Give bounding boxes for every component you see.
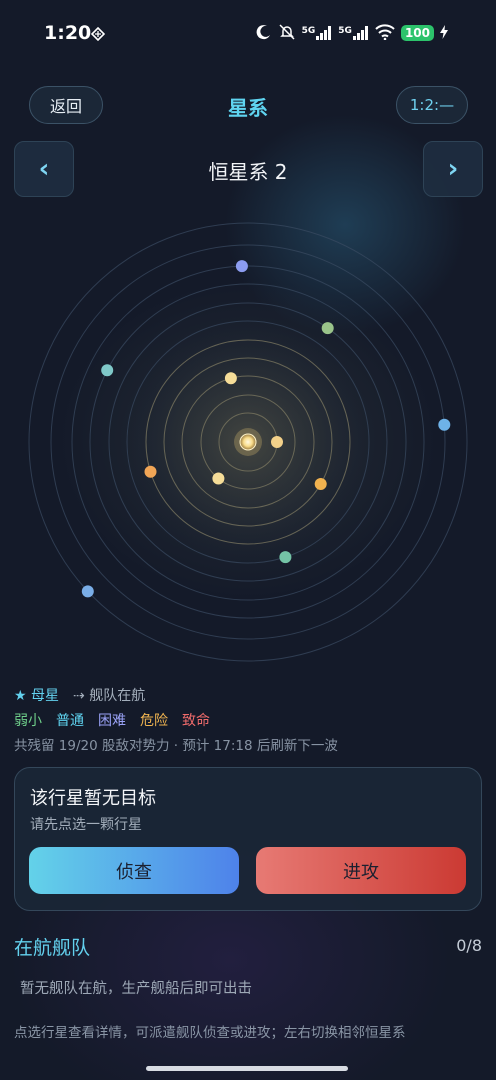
planet[interactable] [279,551,292,564]
hint-text: 点选行星查看详情，可派遣舰队侦查或进攻；左右切换相邻恒星系 [14,1025,406,1041]
mute-icon [278,23,296,44]
home-indicator[interactable] [146,1066,348,1071]
wifi-icon [375,23,395,43]
moon-icon [256,24,272,43]
planet[interactable] [438,418,451,431]
difficulty-legend-item: 危险 [140,713,168,729]
fleet-count: 0/8 [456,936,482,955]
planet[interactable] [235,260,248,273]
status-time: 1:20 [44,22,92,44]
star-system-map[interactable] [0,200,496,670]
difficulty-legend-item: 弱小 [14,713,42,729]
signal-type-label-2: 5G [338,26,352,36]
target-title: 该行星暂无目标 [30,788,156,809]
next-system-button[interactable]: › [423,141,483,197]
target-subtitle: 请先点选一颗行星 [30,817,142,833]
planet[interactable] [212,472,225,485]
system-name: 恒星系 2 [208,160,288,184]
vpn-icon [90,26,106,45]
planet[interactable] [224,372,237,385]
signal-type-label: 5G [301,26,316,36]
home-star[interactable] [239,433,257,451]
difficulty-legend-item: 困难 [98,713,126,729]
status-icons: 5G 5G 100 [256,22,448,44]
legend-fleet-moving: ⇢ 舰队在航 [73,688,146,704]
fleet-section-title: 在航舰队 [14,937,91,959]
legend-row-markers: ★ 母星 ⇢ 舰队在航 [14,685,145,705]
planet[interactable] [314,478,327,490]
fleet-empty-text: 暂无舰队在航，生产舰船后即可出击 [20,981,252,997]
scout-button[interactable]: 侦查 [29,847,239,894]
planet[interactable] [321,322,334,335]
planet[interactable] [271,436,283,448]
battery-indicator: 100 [400,25,434,41]
charging-icon [440,24,448,42]
signal-icon: 5G [302,26,333,40]
signal-icon-2: 5G [338,26,369,40]
difficulty-legend-item: 普通 [56,713,84,729]
ratio-button[interactable]: 1:2:— [396,86,468,124]
planet[interactable] [81,585,94,598]
attack-button[interactable]: 进攻 [256,847,466,894]
difficulty-legend-item: 致命 [182,713,210,729]
enemy-status-text: 共残留 19/20 股敌对势力 · 预计 17:18 后刷新下一波 [14,738,338,754]
legend-row-difficulty: 弱小 普通 困难 危险 致命 [14,710,210,730]
planet[interactable] [101,364,114,377]
legend-home-star: ★ 母星 [14,688,60,704]
planet[interactable] [144,465,157,478]
